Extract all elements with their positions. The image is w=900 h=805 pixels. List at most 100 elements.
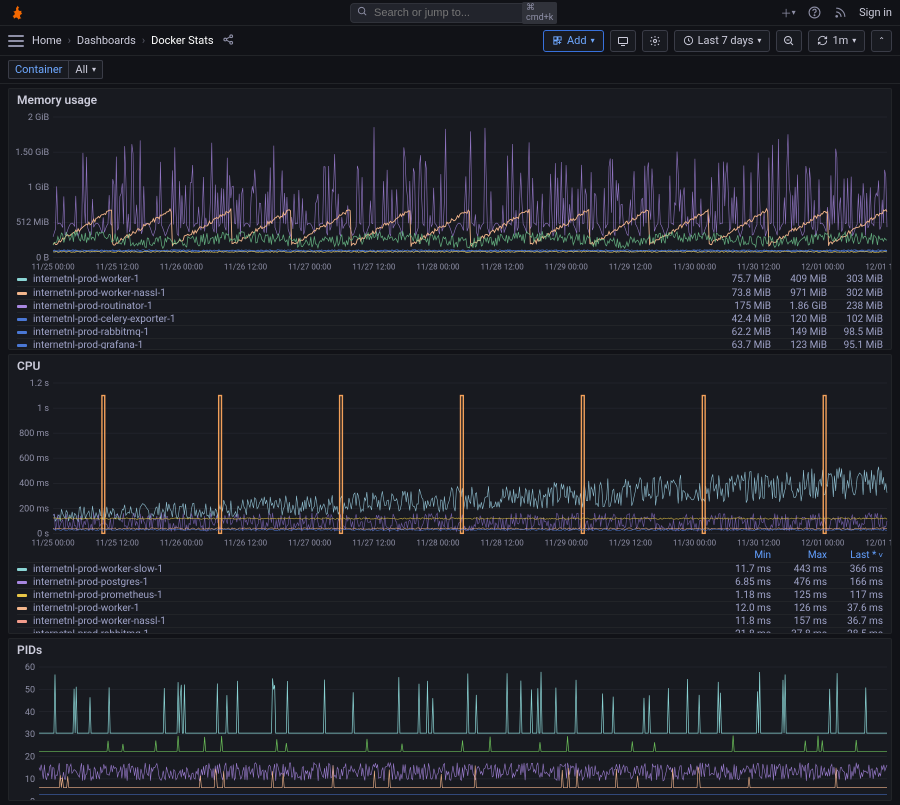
legend-item-name: internetnl-prod-grafana-1: [33, 340, 715, 349]
var-container-value[interactable]: All ▾: [69, 60, 103, 79]
panel-cpu-chart[interactable]: 0 s200 ms400 ms600 ms800 ms1 s1.2 s11/25…: [9, 377, 891, 547]
svg-text:40: 40: [25, 708, 35, 718]
panel-cpu-title[interactable]: CPU: [9, 355, 891, 377]
collapse-button[interactable]: ⌃: [871, 30, 892, 52]
svg-text:12/01 12:00: 12/01 12:00: [865, 538, 891, 547]
legend-item[interactable]: internetnl-prod-rabbitmq-121.8 ms37.8 ms…: [17, 627, 883, 633]
legend-item-min: 62.2 MiB: [721, 327, 771, 338]
refresh-button[interactable]: 1m ▾: [808, 30, 865, 52]
svg-text:1.2 s: 1.2 s: [30, 379, 50, 389]
svg-text:11/26 00:00: 11/26 00:00: [160, 538, 204, 547]
legend-item[interactable]: internetnl-prod-postgres-16.85 ms476 ms1…: [17, 575, 883, 588]
legend-col-last[interactable]: Last *: [833, 550, 883, 561]
legend-item-min: 175 MiB: [721, 301, 771, 312]
add-button[interactable]: Add ▾: [543, 30, 604, 52]
svg-text:11/28 12:00: 11/28 12:00: [481, 262, 525, 271]
legend-header: Min Max Last *: [17, 549, 883, 562]
legend-item[interactable]: internetnl-prod-worker-175.7 MiB409 MiB3…: [17, 273, 883, 286]
legend-item-last: 302 MiB: [833, 288, 883, 299]
legend-item[interactable]: internetnl-prod-rabbitmq-1 62.2 MiB 149 Mi…: [17, 325, 883, 338]
legend-item-min: 11.7 ms: [721, 564, 771, 575]
legend-item-max: 971 MiB: [777, 288, 827, 299]
zoom-out-button[interactable]: [776, 30, 802, 52]
legend-item-max: 123 MiB: [777, 340, 827, 349]
legend-item-max: 476 ms: [777, 577, 827, 588]
svg-text:20: 20: [25, 753, 35, 763]
menu-toggle-icon[interactable]: [8, 35, 24, 47]
legend-item-name: internetnl-prod-worker-nassl-1: [33, 616, 715, 627]
legend-item-max: 37.8 ms: [777, 629, 827, 633]
legend-col-max[interactable]: Max: [777, 550, 827, 561]
legend-item-name: internetnl-prod-rabbitmq-1: [33, 629, 715, 633]
breadcrumb: Home › Dashboards › Docker Stats: [32, 34, 214, 47]
legend-item-min: 1.18 ms: [721, 590, 771, 601]
legend-item[interactable]: internetnl-prod-prometheus-1 1.18 ms 125 m…: [17, 588, 883, 601]
panel-grid: Memory usage 0 B512 MiB1 GiB1.50 GiB2 Gi…: [0, 84, 900, 805]
global-search[interactable]: ⌘ cmd+k: [350, 3, 550, 23]
svg-text:1.50 GiB: 1.50 GiB: [15, 148, 49, 158]
legend-item-max: 125 ms: [777, 590, 827, 601]
legend-item[interactable]: internetnl-prod-celery-exporter-1 42.4 Mi…: [17, 312, 883, 325]
news-icon[interactable]: [833, 6, 847, 20]
panel-memory-chart[interactable]: 0 B512 MiB1 GiB1.50 GiB2 GiB11/25 00:001…: [9, 111, 891, 271]
svg-text:11/29 12:00: 11/29 12:00: [609, 262, 653, 271]
legend-item[interactable]: internetnl-prod-routinator-1175 MiB1.86 …: [17, 299, 883, 312]
cycle-view-button[interactable]: [610, 30, 636, 52]
svg-text:0: 0: [30, 797, 35, 801]
page-title[interactable]: Docker Stats: [151, 34, 213, 47]
panel-memory-title[interactable]: Memory usage: [9, 89, 891, 111]
legend-item-last: 166 ms: [833, 577, 883, 588]
chevron-down-icon: ▾: [92, 65, 96, 74]
help-icon[interactable]: [807, 6, 821, 20]
legend-swatch: [17, 278, 27, 281]
legend-item-last: 102 MiB: [833, 314, 883, 325]
legend-item-min: 42.4 MiB: [721, 314, 771, 325]
panel-pids-chart[interactable]: 0102030405060: [9, 661, 891, 801]
svg-text:11/30 00:00: 11/30 00:00: [673, 538, 717, 547]
legend-item[interactable]: internetnl-prod-grafana-163.7 MiB123 MiB…: [17, 338, 883, 349]
legend-item[interactable]: internetnl-prod-worker-nassl-173.8 MiB97…: [17, 286, 883, 299]
crumb-home[interactable]: Home: [32, 34, 62, 47]
legend-item-name: internetnl-prod-prometheus-1: [33, 590, 715, 601]
legend-swatch: [17, 581, 27, 584]
legend-item[interactable]: internetnl-prod-worker-nassl-111.8 ms157…: [17, 614, 883, 627]
svg-text:400 ms: 400 ms: [19, 479, 49, 489]
legend-item-max: 149 MiB: [777, 327, 827, 338]
settings-button[interactable]: [642, 30, 668, 52]
legend-item-last: 95.1 MiB: [833, 340, 883, 349]
legend-item-max: 120 MiB: [777, 314, 827, 325]
panel-pids-title[interactable]: PIDs: [9, 639, 891, 661]
legend-swatch: [17, 344, 27, 347]
legend-col-min[interactable]: Min: [721, 550, 771, 561]
signin-link[interactable]: Sign in: [859, 6, 892, 19]
svg-text:11/25 00:00: 11/25 00:00: [31, 262, 75, 271]
svg-text:200 ms: 200 ms: [19, 504, 49, 514]
panel-cpu-legend: Min Max Last *internetnl-prod-worker-slow-…: [9, 547, 891, 633]
legend-item-min: 11.8 ms: [721, 616, 771, 627]
legend-swatch: [17, 318, 27, 321]
svg-text:12/01 00:00: 12/01 00:00: [801, 538, 845, 547]
legend-item-min: 75.7 MiB: [721, 274, 771, 285]
svg-text:50: 50: [25, 685, 35, 695]
time-range-button[interactable]: Last 7 days ▾: [674, 30, 771, 52]
search-kbd-hint: ⌘ cmd+k: [522, 2, 557, 24]
legend-item-name: internetnl-prod-rabbitmq-1: [33, 327, 715, 338]
svg-text:11/27 00:00: 11/27 00:00: [288, 538, 332, 547]
legend-item-last: 37.6 ms: [833, 603, 883, 614]
legend-item-name: internetnl-prod-postgres-1: [33, 577, 715, 588]
add-menu-icon[interactable]: ＋▾: [781, 6, 795, 20]
search-input[interactable]: [374, 7, 516, 19]
svg-text:1 GiB: 1 GiB: [28, 183, 50, 193]
legend-item[interactable]: internetnl-prod-worker-112.0 ms126 ms37.…: [17, 601, 883, 614]
legend-item-name: internetnl-prod-celery-exporter-1: [33, 314, 715, 325]
crumb-dashboards[interactable]: Dashboards: [77, 34, 136, 47]
share-icon[interactable]: [222, 33, 235, 49]
svg-text:10: 10: [25, 775, 35, 785]
grafana-logo[interactable]: [8, 4, 26, 22]
legend-item-last: 98.5 MiB: [833, 327, 883, 338]
chevron-up-icon: ⌃: [878, 36, 885, 45]
var-container-label[interactable]: Container: [8, 60, 69, 79]
legend-item-name: internetnl-prod-worker-1: [33, 603, 715, 614]
legend-item[interactable]: internetnl-prod-worker-slow-111.7 ms443 …: [17, 562, 883, 575]
panel-pids: PIDs 0102030405060: [8, 638, 892, 801]
